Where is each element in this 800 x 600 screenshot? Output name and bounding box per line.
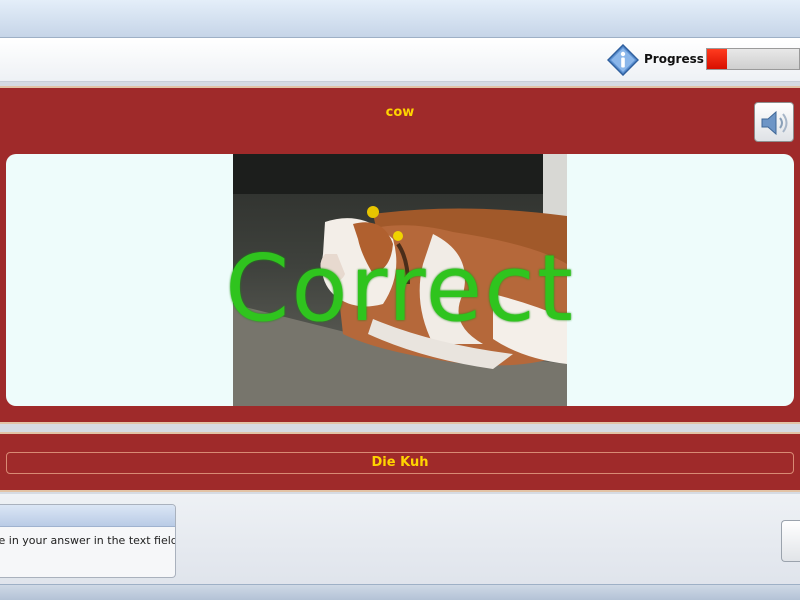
hint-header [0,505,175,527]
window-bottom-border [0,584,800,600]
flashcard: cow Correct [0,86,800,424]
window-titlebar [0,0,800,38]
progress-fill [707,49,728,69]
answer-field[interactable]: Die Kuh [6,452,794,474]
speaker-icon [761,110,788,136]
answer-band: Die Kuh [0,432,800,492]
progress-label: Progress [644,52,704,66]
next-button[interactable] [781,520,800,562]
info-icon[interactable] [606,43,640,77]
word-label: cow [385,105,415,120]
progress-bar [706,48,800,70]
feedback-correct: Correct [225,235,575,342]
hint-text: Type in your answer in the text field. [0,534,175,547]
hint-box: Type in your answer in the text field. [0,504,176,578]
speaker-button[interactable] [754,102,794,142]
image-panel: Correct [6,154,794,406]
